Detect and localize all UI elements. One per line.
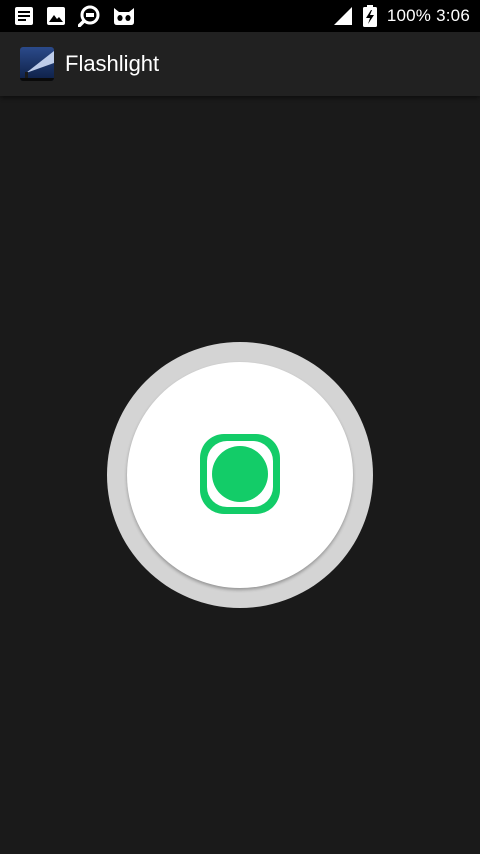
status-bar: 100% 3:06 [0,0,480,32]
app-title: Flashlight [65,51,160,76]
action-bar: Flashlight [0,32,480,96]
toggle-face [127,362,353,588]
power-dot-icon [200,434,280,514]
notes-icon [14,6,34,26]
battery-charging-icon [362,5,377,27]
battery-percent: 100% [386,6,432,25]
notification-icons [14,5,148,27]
screen: 100% 3:06 Flashlight [0,0,480,854]
cat-icon [112,6,136,26]
image-icon [46,6,66,26]
system-icons: 100% 3:06 [323,5,470,27]
flashlight-beam-icon [20,47,54,81]
main-content [0,96,480,854]
clock: 3:06 [436,6,470,25]
signal-icon [333,6,353,26]
search-icon [78,5,100,27]
flashlight-toggle-button[interactable] [107,342,373,608]
